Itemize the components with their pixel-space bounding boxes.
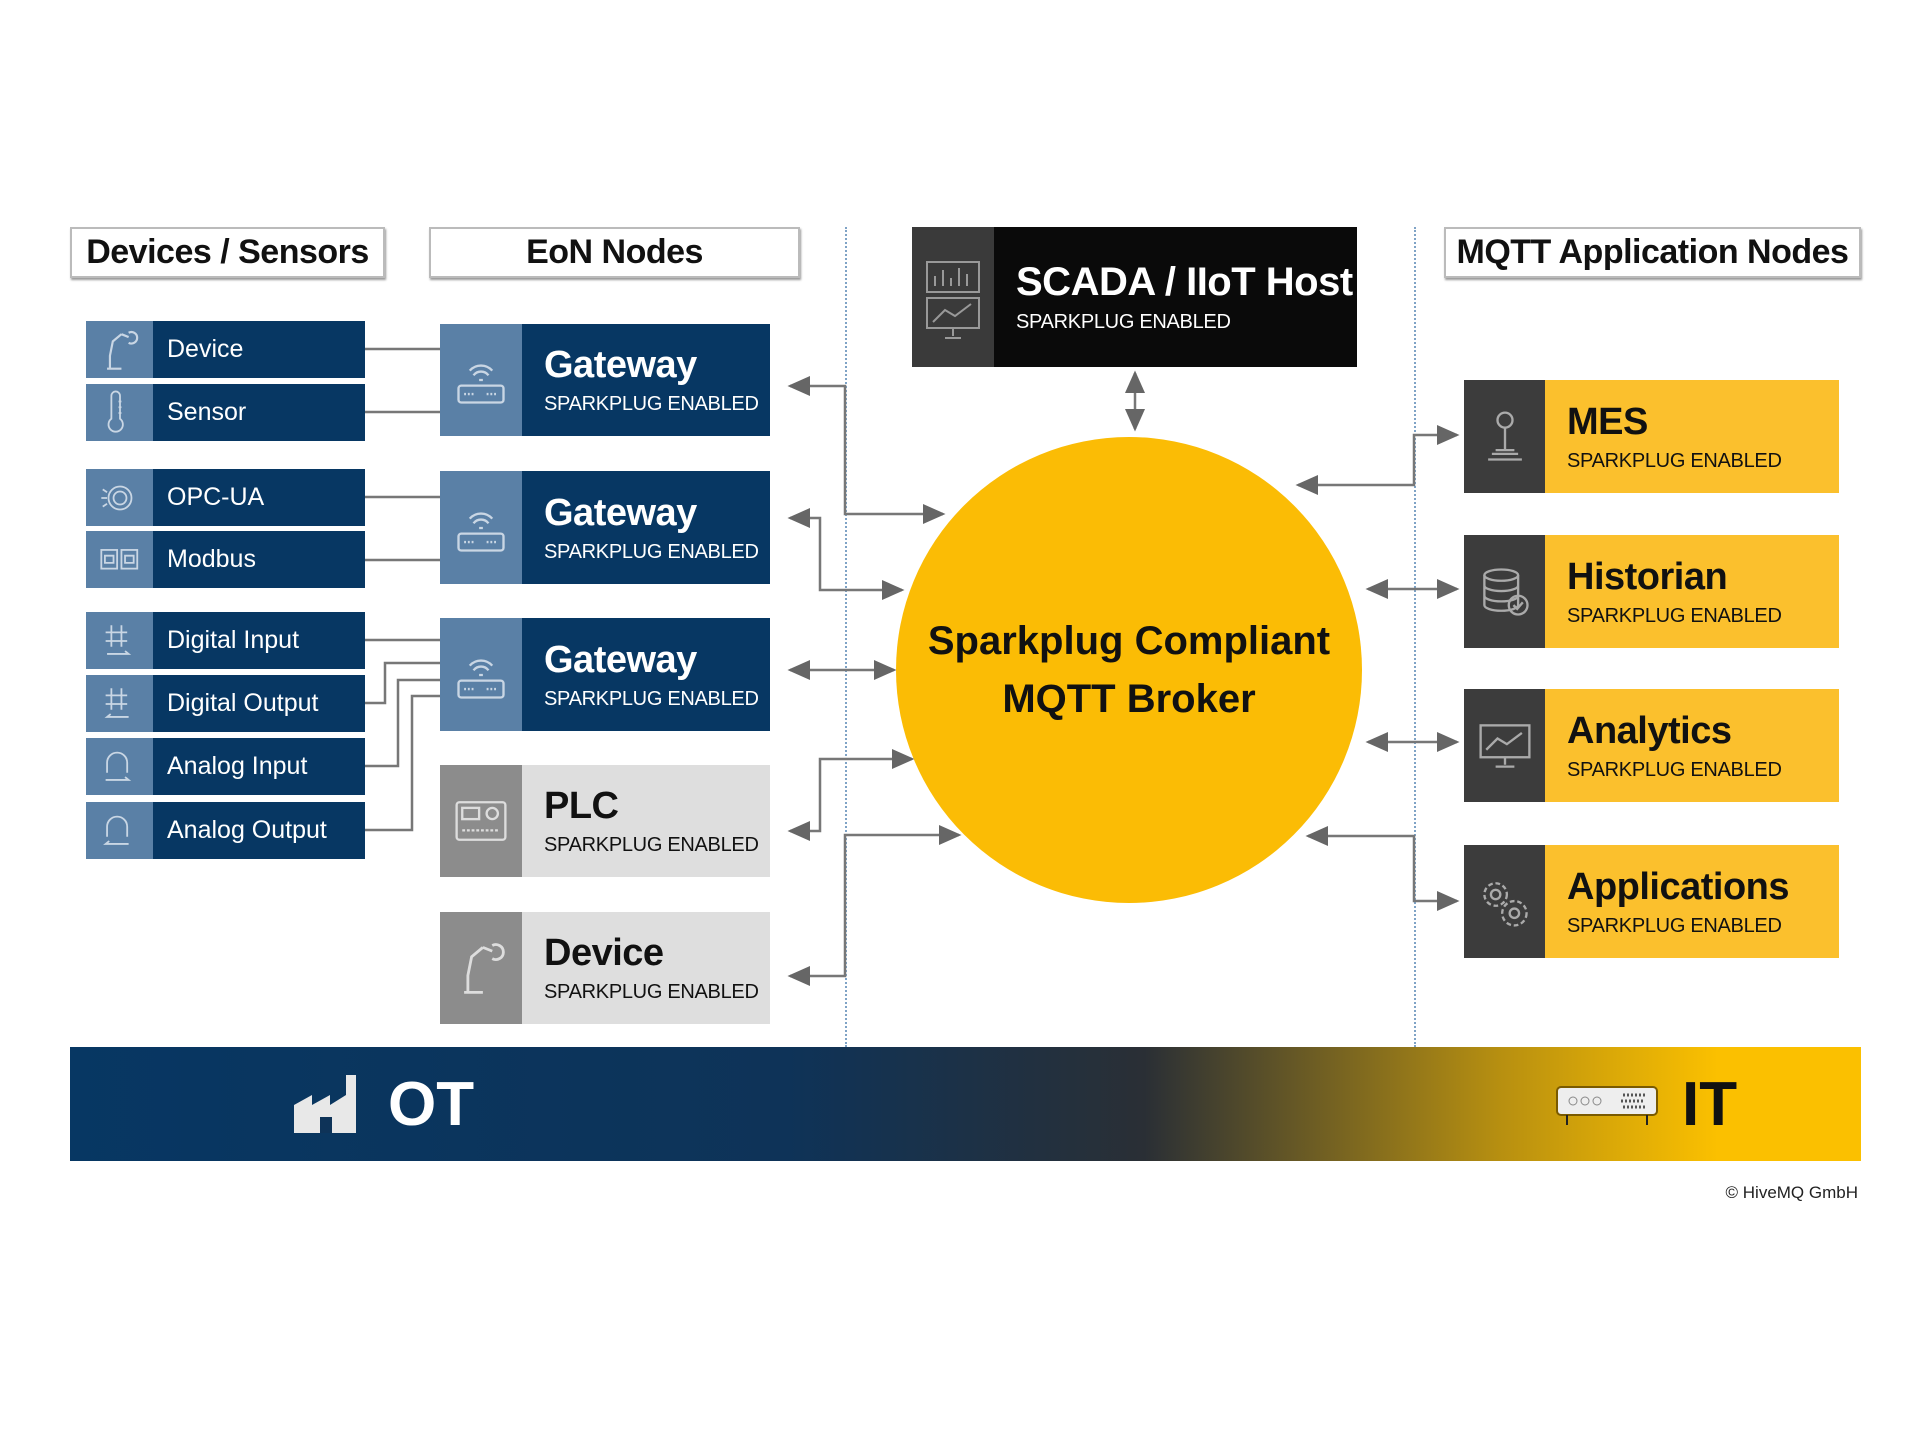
device-icon-box — [86, 384, 153, 441]
eon-title: Gateway — [544, 344, 697, 386]
server-icon — [1556, 1086, 1658, 1125]
device-icon-box — [86, 531, 153, 588]
link-gw2-broker — [787, 508, 905, 600]
eon-icon-box — [440, 618, 522, 731]
ot-label: OT — [388, 1070, 475, 1139]
database-icon — [1482, 567, 1529, 616]
eon-subtitle: SPARKPLUG ENABLED — [544, 834, 759, 856]
eon-node-gateway: Gateway SPARKPLUG ENABLED — [440, 324, 770, 436]
factory-icon — [294, 1075, 356, 1133]
eon-icon-box — [440, 912, 522, 1024]
eon-title: Gateway — [544, 491, 697, 534]
device-label: Device — [167, 335, 244, 363]
mqtt-broker: Sparkplug Compliant MQTT Broker — [896, 437, 1362, 903]
robot-arm-icon — [106, 330, 138, 370]
eon-node-gateway: Gateway SPARKPLUG ENABLED — [440, 618, 770, 731]
app-subtitle: SPARKPLUG ENABLED — [1567, 914, 1782, 937]
eon-icon-box — [440, 765, 522, 877]
router-icon — [457, 364, 505, 404]
device-label: Sensor — [167, 398, 247, 426]
app-node-applications: Applications SPARKPLUG ENABLED — [1464, 845, 1839, 958]
broker-line1: Sparkplug Compliant — [927, 619, 1331, 663]
scada-subtitle: SPARKPLUG ENABLED — [1016, 311, 1231, 333]
link-broker-mes — [1295, 425, 1460, 495]
app-icon-box — [1464, 689, 1545, 802]
app-icon-box — [1464, 845, 1545, 958]
app-subtitle: SPARKPLUG ENABLED — [1567, 758, 1782, 781]
app-title: Applications — [1567, 865, 1790, 908]
device-icon-box — [86, 612, 153, 669]
eon-node-gateway: Gateway SPARKPLUG ENABLED — [440, 471, 770, 584]
app-title: Analytics — [1567, 709, 1732, 752]
digital-output-icon — [104, 687, 129, 718]
device-icon-box — [86, 802, 153, 859]
device-label: Digital Input — [167, 626, 300, 654]
device-label: Analog Output — [167, 816, 327, 844]
app-node-mes: MES SPARKPLUG ENABLED — [1464, 380, 1839, 493]
link-gw1-broker — [787, 376, 946, 524]
eon-title: Gateway — [544, 638, 697, 681]
thermometer-icon — [107, 390, 124, 433]
app-icon-box — [1464, 535, 1545, 648]
device-icon-box — [86, 738, 153, 795]
analog-output-icon — [102, 815, 129, 845]
link-broker-applications — [1305, 826, 1460, 911]
monitor-chart-icon — [912, 227, 994, 367]
eon-icon-box — [440, 471, 522, 584]
modbus-ports-icon — [99, 548, 138, 570]
scada-iiot-host: SCADA / IIoT Host SPARKPLUG ENABLED — [912, 227, 1357, 367]
device-label: OPC-UA — [167, 483, 265, 511]
opc-ua-icon — [100, 485, 132, 510]
device-label: Modbus — [167, 545, 256, 573]
device-label: Analog Input — [167, 752, 308, 780]
device-item-analog-input: Analog Input — [86, 738, 365, 795]
eon-subtitle: SPARKPLUG ENABLED — [544, 540, 759, 563]
app-subtitle: SPARKPLUG ENABLED — [1567, 449, 1782, 472]
ot-it-bar: OT IT — [70, 1047, 1861, 1161]
device-item-digital-input: Digital Input — [86, 612, 365, 669]
analog-input-icon — [105, 751, 131, 781]
gears-icon — [1482, 881, 1528, 927]
it-label: IT — [1682, 1070, 1738, 1139]
device-item-device: Device — [86, 321, 365, 378]
router-icon — [457, 658, 505, 699]
link-ao-gw3 — [365, 694, 440, 832]
eon-icon-box — [440, 324, 522, 436]
monitor-chart-icon — [1478, 723, 1531, 768]
device-item-opc-ua: OPC-UA — [86, 469, 365, 526]
digital-input-icon — [105, 624, 131, 655]
eon-node-device: Device SPARKPLUG ENABLED — [440, 912, 770, 1024]
eon-subtitle: SPARKPLUG ENABLED — [544, 393, 759, 415]
device-item-modbus: Modbus — [86, 531, 365, 588]
link-device-broker — [787, 825, 962, 986]
robot-arm-icon — [464, 943, 505, 994]
device-icon-box — [86, 675, 153, 732]
device-item-digital-output: Digital Output — [86, 675, 365, 732]
app-title: MES — [1567, 400, 1648, 443]
eon-subtitle: SPARKPLUG ENABLED — [544, 981, 759, 1003]
device-icon-box — [86, 469, 153, 526]
scada-title: SCADA / IIoT Host — [1016, 260, 1353, 304]
link-ai-gw3 — [365, 678, 440, 768]
router-icon — [457, 511, 505, 552]
copyright: © HiveMQ GmbH — [1725, 1183, 1858, 1202]
eon-title: Device — [544, 932, 664, 974]
device-item-sensor: Sensor — [86, 384, 365, 441]
eon-title: PLC — [544, 785, 619, 827]
device-item-analog-output: Analog Output — [86, 802, 365, 859]
device-icon-box — [86, 321, 153, 378]
app-node-historian: Historian SPARKPLUG ENABLED — [1464, 535, 1839, 648]
app-subtitle: SPARKPLUG ENABLED — [1567, 604, 1782, 627]
device-label: Digital Output — [167, 689, 319, 717]
eon-subtitle: SPARKPLUG ENABLED — [544, 687, 759, 710]
app-node-analytics: Analytics SPARKPLUG ENABLED — [1464, 689, 1839, 802]
joystick-icon — [1487, 410, 1522, 461]
app-title: Historian — [1567, 555, 1728, 598]
plc-icon — [455, 801, 507, 841]
eon-node-plc: PLC SPARKPLUG ENABLED — [440, 765, 770, 877]
app-icon-box — [1464, 380, 1545, 493]
broker-line2: MQTT Broker — [1002, 677, 1256, 721]
link-plc-broker — [787, 749, 915, 841]
